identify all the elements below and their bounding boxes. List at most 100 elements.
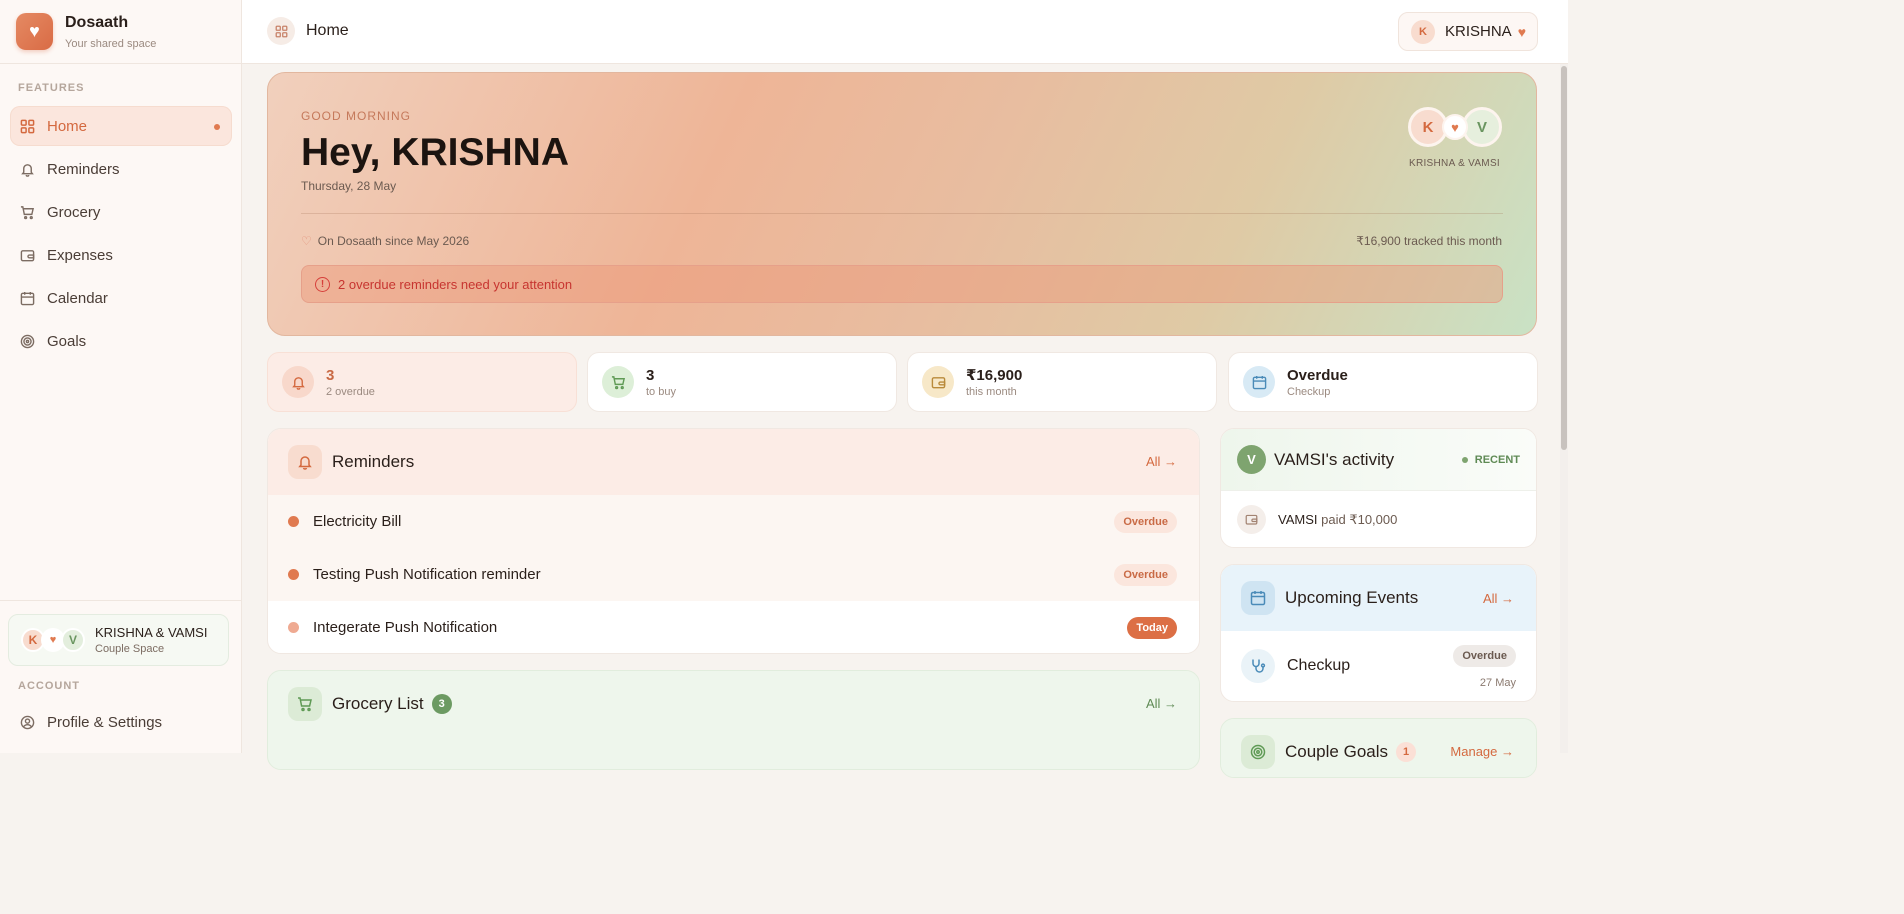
activity-text: VAMSI paid ₹10,000 — [1278, 512, 1397, 528]
reminders-header: Reminders All → — [268, 429, 1199, 495]
stethoscope-icon — [1241, 649, 1275, 683]
features-label: FEATURES — [18, 82, 85, 94]
stat-value: Overdue — [1287, 366, 1348, 384]
brand-name: Dosaath — [65, 13, 129, 31]
greeting-hero: GOOD MORNING Hey, KRISHNA Thursday, 28 M… — [267, 72, 1537, 336]
active-indicator-dot — [214, 124, 220, 130]
avatar-vamsi: V — [1237, 445, 1266, 474]
stat-card-grocery[interactable]: 3 to buy — [587, 352, 897, 412]
sidebar-item-home[interactable]: Home — [10, 106, 232, 146]
stat-card-reminders[interactable]: 3 2 overdue — [267, 352, 577, 412]
sidebar-item-label: Grocery — [47, 203, 101, 221]
stat-card-calendar[interactable]: Overdue Checkup — [1228, 352, 1538, 412]
heart-logo-icon: ♥ — [16, 13, 53, 50]
grocery-panel: Grocery List 3 All → — [267, 670, 1200, 770]
sidebar-item-label: Expenses — [47, 246, 113, 264]
sidebar-item-calendar[interactable]: Calendar — [10, 278, 232, 318]
overdue-alert[interactable]: ! 2 overdue reminders need your attentio… — [301, 265, 1503, 303]
reminder-title: Testing Push Notification reminder — [313, 566, 541, 583]
couple-space-label: Couple Space — [95, 643, 165, 655]
user-circle-icon — [19, 714, 35, 730]
stat-value: ₹16,900 — [966, 367, 1023, 384]
couple-goals-panel: Couple Goals 1 Manage → — [1220, 718, 1537, 778]
sidebar-item-goals[interactable]: Goals — [10, 321, 232, 361]
calendar-icon — [1243, 366, 1275, 398]
sidebar-item-reminders[interactable]: Reminders — [10, 149, 232, 189]
view-all-grocery-link[interactable]: All → — [1146, 696, 1177, 711]
grocery-header: Grocery List 3 All → — [268, 671, 1199, 737]
member-since: ♡ On Dosaath since May 2026 — [301, 234, 469, 248]
sidebar-item-expenses[interactable]: Expenses — [10, 235, 232, 275]
member-since-text: On Dosaath since May 2026 — [317, 234, 470, 248]
grid-icon — [267, 17, 295, 45]
heart-icon: ♥ — [1517, 23, 1526, 40]
greeting-label: GOOD MORNING — [301, 109, 411, 123]
heart-outline-icon: ♡ — [301, 234, 312, 248]
avatar-vamsi: V — [1462, 107, 1502, 147]
event-title: Checkup — [1287, 657, 1351, 674]
couple-avatars: K ♥ V — [1408, 107, 1502, 147]
brand[interactable]: ♥ Dosaath Your shared space — [0, 0, 241, 64]
reminder-item[interactable]: Electricity Bill Overdue — [268, 495, 1199, 548]
wallet-icon — [922, 366, 954, 398]
panel-title: VAMSI's activity — [1274, 449, 1395, 469]
panel-title: Couple Goals — [1285, 742, 1389, 761]
bell-icon — [288, 445, 322, 479]
event-date: 27 May — [1479, 677, 1516, 689]
stat-label: to buy — [646, 385, 676, 398]
event-item[interactable]: Checkup Overdue 27 May — [1221, 631, 1536, 701]
sidebar-item-label: Profile & Settings — [47, 713, 163, 731]
divider — [301, 213, 1503, 214]
panel-title: Upcoming Events — [1285, 588, 1419, 607]
cart-icon — [288, 687, 322, 721]
status-badge: Overdue — [1114, 511, 1177, 533]
reminder-title: Electricity Bill — [313, 513, 402, 530]
sidebar-item-grocery[interactable]: Grocery — [10, 192, 232, 232]
status-badge: Overdue — [1453, 645, 1516, 667]
current-date: Thursday, 28 May — [301, 179, 397, 193]
status-dot — [288, 569, 299, 580]
sidebar-nav: Home Reminders Grocery Expenses Calendar… — [0, 106, 242, 364]
cart-icon — [602, 366, 634, 398]
stat-label: Checkup — [1287, 385, 1331, 398]
manage-goals-link[interactable]: Manage → — [1450, 744, 1514, 759]
partner-activity-panel: V VAMSI's activity RECENT VAMSI paid ₹10… — [1220, 428, 1537, 548]
activity-item[interactable]: VAMSI paid ₹10,000 — [1221, 491, 1536, 547]
view-all-events-link[interactable]: All → — [1483, 591, 1514, 606]
activity-actor: VAMSI — [1278, 511, 1318, 527]
calendar-icon — [19, 290, 35, 306]
scrollbar-thumb[interactable] — [1561, 66, 1567, 450]
breadcrumb: Home — [267, 17, 349, 45]
activity-header: V VAMSI's activity RECENT — [1221, 429, 1536, 491]
target-icon — [19, 333, 35, 349]
page-title: Home — [306, 22, 349, 39]
stat-label: 2 overdue — [326, 385, 375, 398]
monthly-tracked: ₹16,900 tracked this month — [1356, 234, 1502, 248]
user-menu-button[interactable]: K KRISHNA ♥ — [1398, 12, 1538, 51]
status-dot — [288, 622, 299, 633]
calendar-icon — [1241, 581, 1275, 615]
sidebar-item-profile-settings[interactable]: Profile & Settings — [10, 702, 231, 742]
reminder-title: Integerate Push Notification — [313, 619, 498, 636]
user-name: KRISHNA — [1445, 23, 1512, 40]
brand-tagline: Your shared space — [65, 37, 157, 50]
reminder-item[interactable]: Testing Push Notification reminder Overd… — [268, 548, 1199, 601]
cart-icon — [19, 204, 35, 220]
goals-header: Couple Goals 1 Manage → — [1221, 719, 1536, 777]
stat-value: 3 — [326, 366, 335, 384]
recent-badge: RECENT — [1461, 454, 1520, 466]
panel-title: Reminders — [332, 452, 415, 471]
target-icon — [1241, 735, 1275, 769]
sidebar-item-label: Reminders — [47, 160, 120, 178]
status-badge: Today — [1127, 617, 1177, 639]
sidebar-item-label: Calendar — [47, 289, 108, 307]
sidebar-item-label: Home — [47, 117, 88, 135]
reminder-item[interactable]: Integerate Push Notification Today — [268, 601, 1199, 653]
count-badge: 3 — [431, 694, 452, 714]
bell-icon — [282, 366, 314, 398]
upcoming-events-panel: Upcoming Events All → Checkup Overdue 27… — [1220, 564, 1537, 702]
stat-card-expenses[interactable]: ₹16,900 this month — [907, 352, 1217, 412]
bell-icon — [19, 161, 35, 177]
couple-space-card[interactable]: K ♥ V KRISHNA & VAMSI Couple Space — [8, 614, 229, 666]
view-all-reminders-link[interactable]: All → — [1146, 454, 1177, 469]
